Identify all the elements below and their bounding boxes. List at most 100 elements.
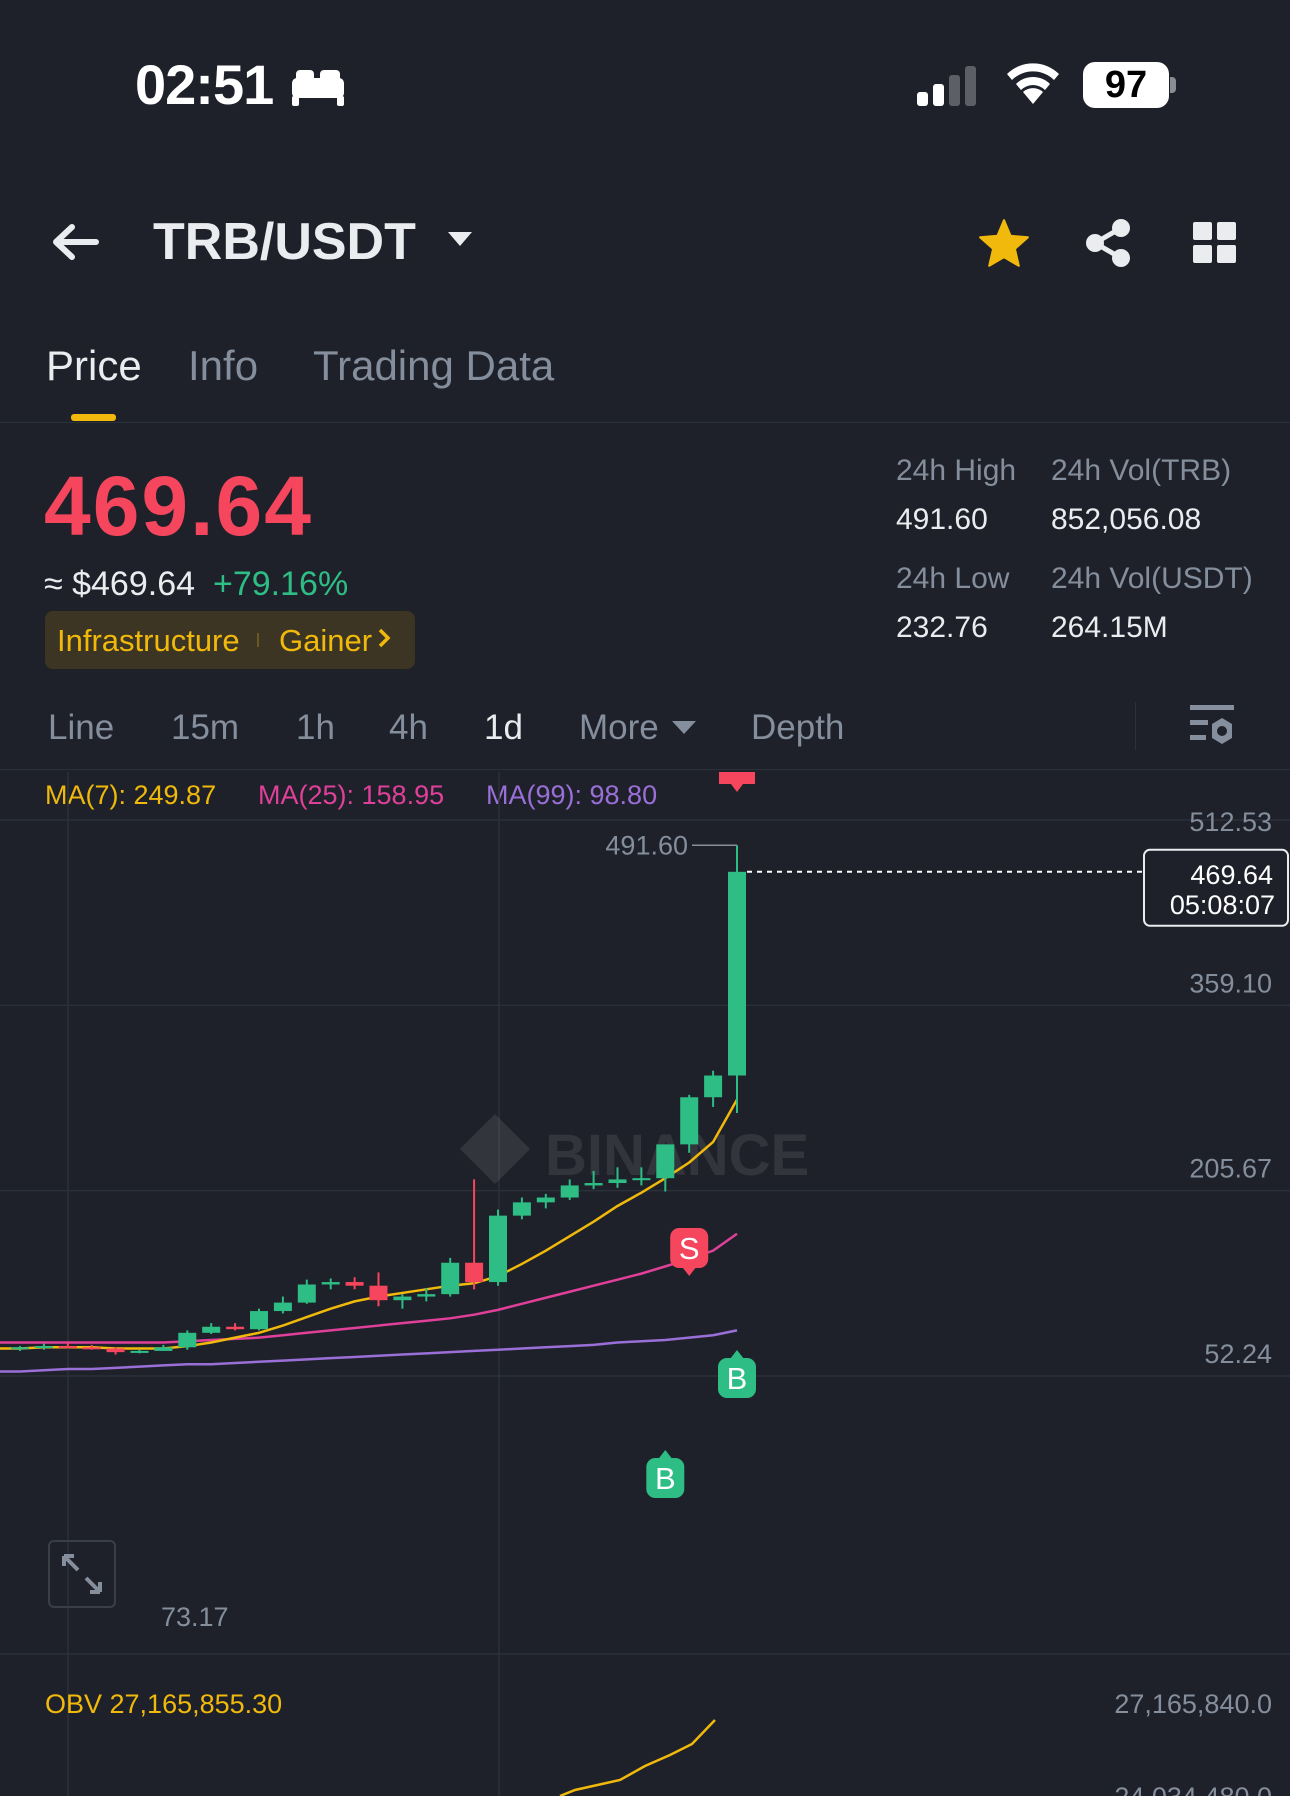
candle-body <box>345 1282 364 1286</box>
tag-badge[interactable]: Infrastructure Gainer <box>45 611 415 669</box>
tag-gainer[interactable]: Gainer <box>279 623 372 659</box>
divider <box>1135 702 1136 750</box>
candlestick-chart[interactable]: 512.53 359.10 205.67 52.24 BINANCE 491.60 73… <box>0 772 1290 1796</box>
candle-body <box>489 1215 507 1283</box>
obv-axis-top: 27,165,840.0 <box>1114 1689 1272 1719</box>
ma25-line <box>0 1232 738 1344</box>
candle-body <box>202 1326 221 1333</box>
last-price: 469.64 <box>44 459 313 553</box>
tag-separator <box>257 633 259 647</box>
bed-icon <box>290 64 346 113</box>
tab-info[interactable]: Info <box>188 342 258 390</box>
high-value: 491.60 <box>896 503 988 536</box>
marker-label: B <box>727 1361 748 1396</box>
obv-axis-bottom: 24,034,480.0 <box>1114 1782 1272 1796</box>
candle-body <box>584 1183 603 1186</box>
candle-body <box>465 1262 484 1283</box>
vol-base-value: 852,056.08 <box>1051 503 1202 536</box>
candle-body <box>560 1185 579 1198</box>
divider <box>0 769 1290 770</box>
high-annotation: 491.60 <box>605 830 688 860</box>
share-icon[interactable] <box>1083 218 1133 273</box>
battery-indicator: 97 <box>1083 62 1169 108</box>
fullscreen-button[interactable] <box>48 1540 116 1608</box>
obv-label: OBV 27,165,855.30 <box>45 1689 282 1719</box>
candle-body <box>680 1097 699 1145</box>
candle-body <box>417 1294 436 1297</box>
candle-body <box>321 1282 340 1285</box>
wifi-icon <box>1003 60 1063 111</box>
tab-price[interactable]: Price <box>46 342 142 390</box>
candle-body <box>704 1075 723 1098</box>
status-time: 02:51 <box>135 53 274 116</box>
fiat-price: ≈ $469.64 <box>44 565 196 603</box>
y-axis-tick-label: 52.24 <box>1204 1339 1272 1369</box>
candle-body <box>130 1350 149 1353</box>
marker-label: S <box>679 1231 700 1266</box>
interval-more[interactable]: More <box>579 708 659 748</box>
vol-quote-label: 24h Vol(USDT) <box>1051 562 1253 595</box>
y-axis-tick-label: 205.67 <box>1189 1154 1272 1184</box>
current-price-label: 469.64 <box>1190 860 1273 890</box>
interval-15m[interactable]: 15m <box>171 708 239 748</box>
candle-body <box>369 1285 388 1301</box>
vol-quote-value: 264.15M <box>1051 611 1168 644</box>
candle-body <box>297 1284 316 1303</box>
candle-body <box>154 1347 173 1351</box>
candle-body <box>632 1178 651 1181</box>
candle-body <box>393 1296 412 1301</box>
battery-tip <box>1170 77 1176 93</box>
candle-body <box>106 1348 125 1353</box>
expand-icon <box>62 1554 102 1594</box>
obv-line <box>559 1719 716 1796</box>
marker-label: B <box>655 1461 676 1496</box>
pair-title[interactable]: TRB/USDT <box>153 212 416 272</box>
change-percent: +79.16% <box>213 565 349 603</box>
low-value: 232.76 <box>896 611 988 644</box>
candle-body <box>34 1346 53 1349</box>
back-arrow-icon[interactable] <box>50 222 100 267</box>
candle-body <box>441 1262 460 1295</box>
y-axis-tick-label: 512.53 <box>1189 807 1272 837</box>
grid-menu-icon[interactable] <box>1193 222 1237 269</box>
sell-marker-top <box>719 772 755 792</box>
candle-body <box>512 1202 531 1216</box>
interval-line[interactable]: Line <box>48 708 114 748</box>
buy-marker-pointer <box>658 1450 673 1459</box>
chevron-down-icon[interactable] <box>448 232 472 246</box>
candle-body <box>178 1332 197 1348</box>
low-label: 24h Low <box>896 562 1010 595</box>
interval-depth[interactable]: Depth <box>751 708 844 748</box>
high-label: 24h High <box>896 454 1017 487</box>
binance-watermark: BINANCE <box>460 1114 809 1188</box>
candle-body <box>728 871 746 1076</box>
candle-body <box>250 1311 268 1330</box>
tab-trading-data[interactable]: Trading Data <box>313 342 554 390</box>
chevron-down-icon[interactable] <box>672 721 696 734</box>
y-axis-tick-label: 359.10 <box>1189 968 1272 998</box>
tag-infrastructure[interactable]: Infrastructure <box>57 623 240 659</box>
candle-body <box>608 1179 627 1184</box>
sell-marker-pointer <box>682 1267 697 1276</box>
buy-marker-pointer <box>730 1350 744 1359</box>
svg-text:BINANCE: BINANCE <box>545 1123 809 1188</box>
candle-body <box>536 1197 555 1203</box>
favorite-star-icon[interactable] <box>978 218 1030 273</box>
candle-body <box>273 1302 292 1312</box>
interval-4h[interactable]: 4h <box>389 708 428 748</box>
candle-body <box>58 1346 77 1349</box>
chevron-right-icon <box>377 625 391 659</box>
candle-body <box>11 1347 29 1350</box>
candle-body <box>226 1326 245 1330</box>
candle-body <box>656 1144 675 1179</box>
signal-icon <box>915 64 981 111</box>
divider <box>0 422 1290 423</box>
vol-base-label: 24h Vol(TRB) <box>1051 454 1232 487</box>
active-tab-indicator <box>71 414 116 421</box>
countdown-label: 05:08:07 <box>1170 890 1275 920</box>
chart-settings-icon[interactable] <box>1188 702 1238 757</box>
interval-1d[interactable]: 1d <box>484 708 523 748</box>
candle-body <box>82 1347 101 1350</box>
low-annotation: 73.17 <box>161 1602 229 1632</box>
interval-1h[interactable]: 1h <box>296 708 335 748</box>
